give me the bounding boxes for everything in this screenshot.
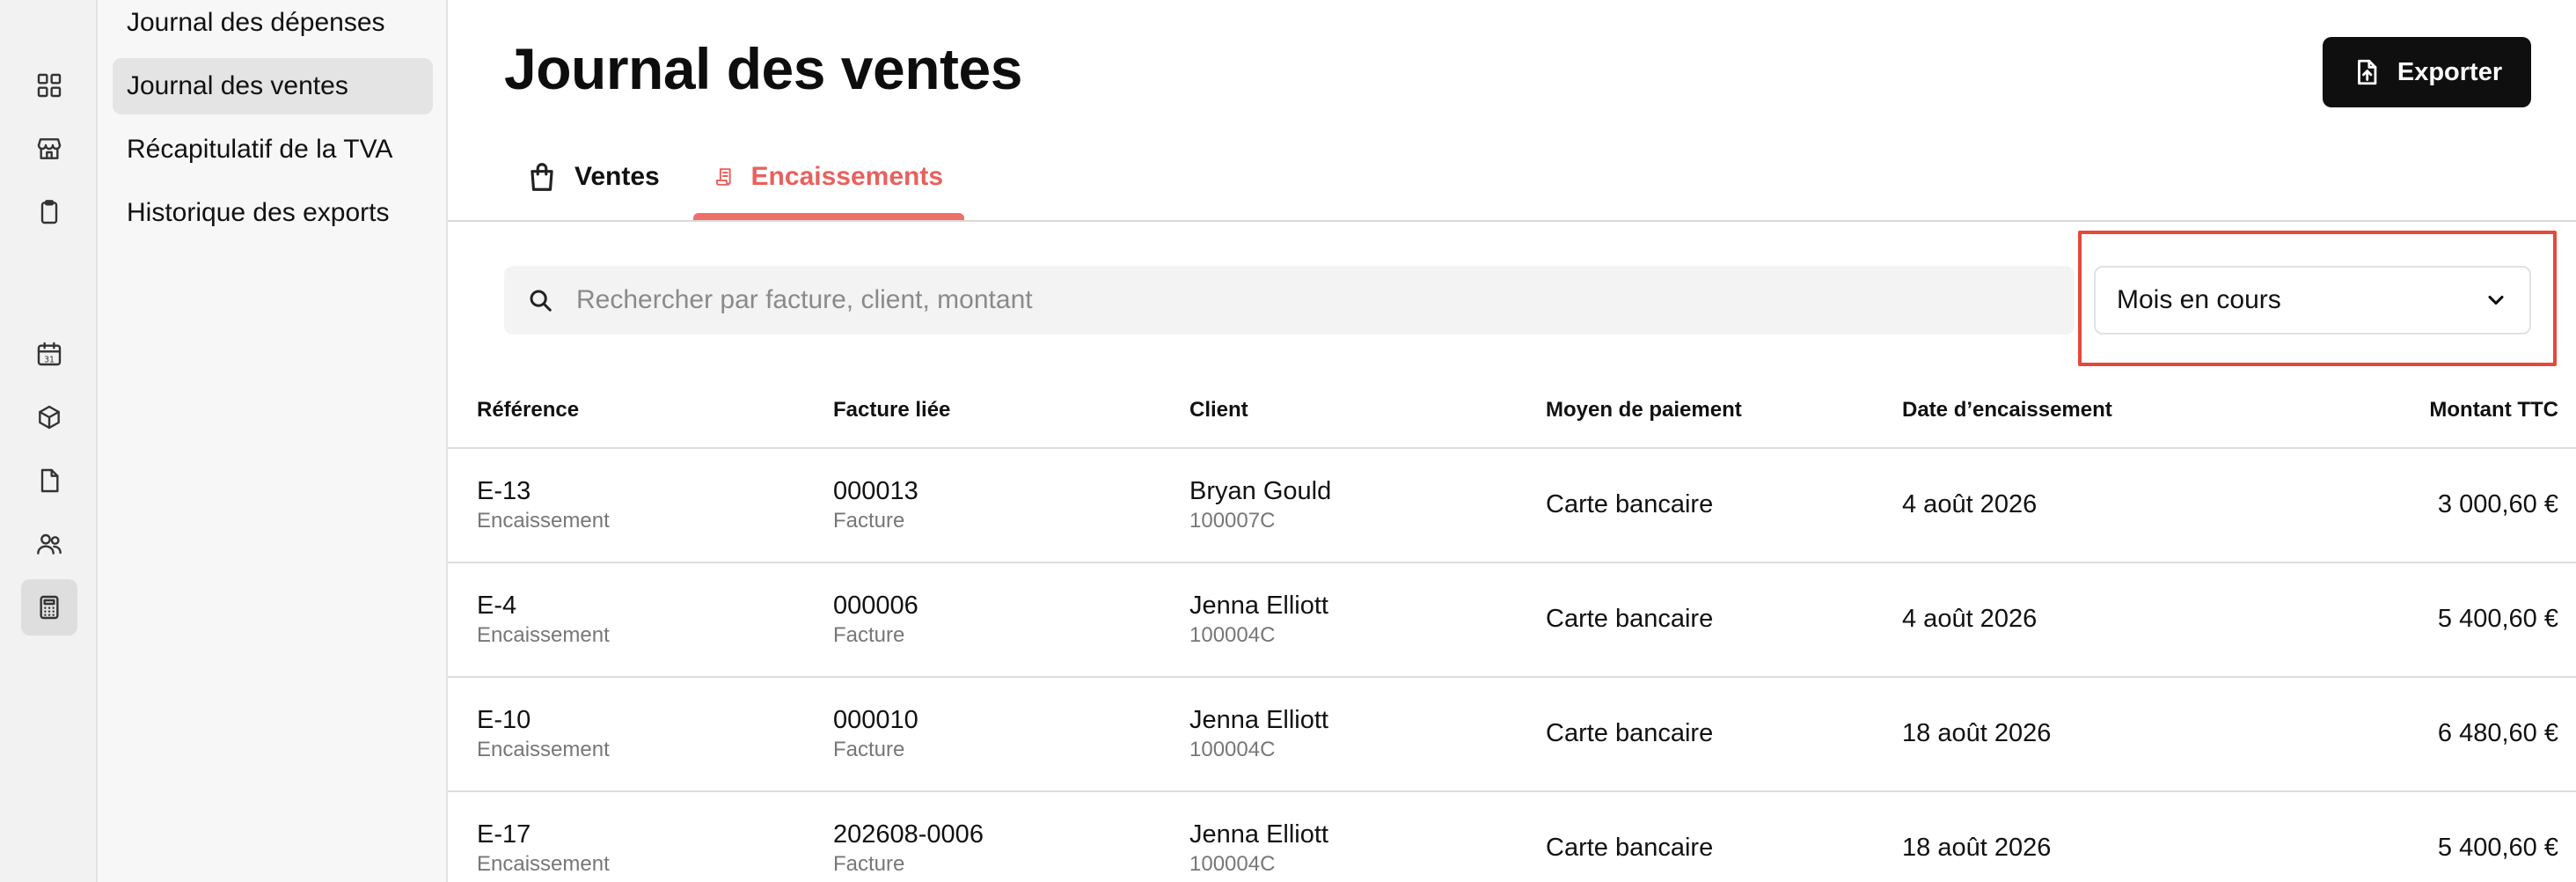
row-invoice: 000006 (833, 592, 918, 620)
row-invoice: 000010 (833, 706, 918, 734)
tab-encaissements-label: Encaissements (750, 162, 943, 191)
row-date: 18 août 2026 (1902, 834, 2052, 862)
chevron-down-icon (2488, 295, 2504, 305)
header-date-encaissement[interactable]: Date d’encaissement (1902, 398, 2112, 423)
export-button-label: Exporter (2397, 57, 2503, 86)
export-button[interactable]: Exporter (2323, 37, 2531, 107)
clipboard-icon[interactable] (21, 184, 77, 240)
header-client[interactable]: Client (1189, 398, 1248, 423)
row-client-code: 100004C (1189, 623, 1276, 647)
row-reference: E-4 (477, 592, 517, 620)
icon-rail: 31 (0, 0, 98, 882)
shopping-bag-icon (531, 163, 553, 191)
header-montant-ttc[interactable]: Montant TTC (2429, 398, 2558, 423)
row-invoice-type: Facture (833, 509, 905, 533)
document-icon[interactable] (21, 452, 77, 509)
row-client: Jenna Elliott (1189, 820, 1328, 849)
row-client-code: 100007C (1189, 509, 1276, 533)
tab-ventes-label: Ventes (574, 162, 660, 191)
row-invoice: 202608-0006 (833, 820, 984, 849)
row-amount: 6 480,60 € (2437, 719, 2558, 747)
table-row[interactable]: E-17 Encaissement 202608-0006 Facture Je… (448, 792, 2576, 882)
subnav-item-recap-tva[interactable]: Récapitulatif de la TVA (113, 121, 433, 178)
row-invoice-type: Facture (833, 852, 905, 876)
period-select-value: Mois en cours (2117, 285, 2281, 314)
search-bar (504, 266, 2075, 334)
row-reference-type: Encaissement (477, 623, 610, 647)
row-invoice-type: Facture (833, 738, 905, 761)
period-select[interactable]: Mois en cours (2094, 266, 2531, 334)
row-client: Jenna Elliott (1189, 592, 1328, 620)
table-row[interactable]: E-4 Encaissement 000006 Facture Jenna El… (448, 563, 2576, 678)
row-payment: Carte bancaire (1546, 719, 1714, 747)
tab-encaissements[interactable]: Encaissements (693, 132, 964, 222)
search-icon (530, 290, 552, 312)
header-facture-liee[interactable]: Facture liée (833, 398, 950, 423)
row-client: Bryan Gould (1189, 477, 1332, 505)
table-row[interactable]: E-13 Encaissement 000013 Facture Bryan G… (448, 449, 2576, 563)
row-date: 4 août 2026 (1902, 605, 2038, 633)
row-invoice: 000013 (833, 477, 918, 505)
file-upload-icon (2357, 59, 2377, 85)
app: 31 Journal des dépenses Journal des vent… (0, 0, 2576, 882)
row-client: Jenna Elliott (1189, 706, 1328, 734)
row-reference: E-17 (477, 820, 531, 849)
subnav-item-journal-depenses[interactable]: Journal des dépenses (113, 0, 433, 51)
search-input[interactable] (576, 285, 2028, 315)
page-title: Journal des ventes (504, 36, 1022, 101)
row-payment: Carte bancaire (1546, 834, 1714, 862)
row-payment: Carte bancaire (1546, 490, 1714, 518)
table-header: Référence Facture liée Client Moyen de p… (448, 384, 2576, 449)
row-amount: 3 000,60 € (2437, 490, 2558, 518)
users-icon[interactable] (21, 516, 77, 572)
row-reference-type: Encaissement (477, 738, 610, 761)
calendar-day-text: 31 (44, 355, 55, 364)
active-tab-indicator (693, 213, 964, 220)
subnav-item-historique-exports[interactable]: Historique des exports (113, 185, 433, 241)
calendar-icon[interactable]: 31 (21, 326, 77, 382)
row-client-code: 100004C (1189, 852, 1276, 876)
calculator-icon[interactable] (21, 579, 77, 636)
row-reference-type: Encaissement (477, 509, 610, 533)
header-moyen-paiement[interactable]: Moyen de paiement (1546, 398, 1742, 423)
store-icon[interactable] (21, 121, 77, 177)
row-reference: E-13 (477, 477, 531, 505)
row-payment: Carte bancaire (1546, 605, 1714, 633)
row-reference: E-10 (477, 706, 531, 734)
row-amount: 5 400,60 € (2437, 605, 2558, 633)
row-date: 18 août 2026 (1902, 719, 2052, 747)
row-amount: 5 400,60 € (2437, 834, 2558, 862)
main-content: Journal des ventes Exporter Ventes Encai… (448, 0, 2576, 882)
row-client-code: 100004C (1189, 738, 1276, 761)
box-icon[interactable] (21, 389, 77, 445)
row-invoice-type: Facture (833, 623, 905, 647)
dashboard-icon[interactable] (21, 57, 77, 114)
receipt-icon (715, 168, 731, 186)
accounting-subnav: Journal des dépenses Journal des ventes … (98, 0, 448, 882)
tab-ventes[interactable]: Ventes (504, 132, 681, 222)
row-reference-type: Encaissement (477, 852, 610, 876)
table-row[interactable]: E-10 Encaissement 000010 Facture Jenna E… (448, 678, 2576, 792)
row-date: 4 août 2026 (1902, 490, 2038, 518)
subnav-item-journal-ventes[interactable]: Journal des ventes (113, 58, 433, 114)
header-reference[interactable]: Référence (477, 398, 579, 423)
tab-bar: Ventes Encaissements (448, 132, 2576, 222)
